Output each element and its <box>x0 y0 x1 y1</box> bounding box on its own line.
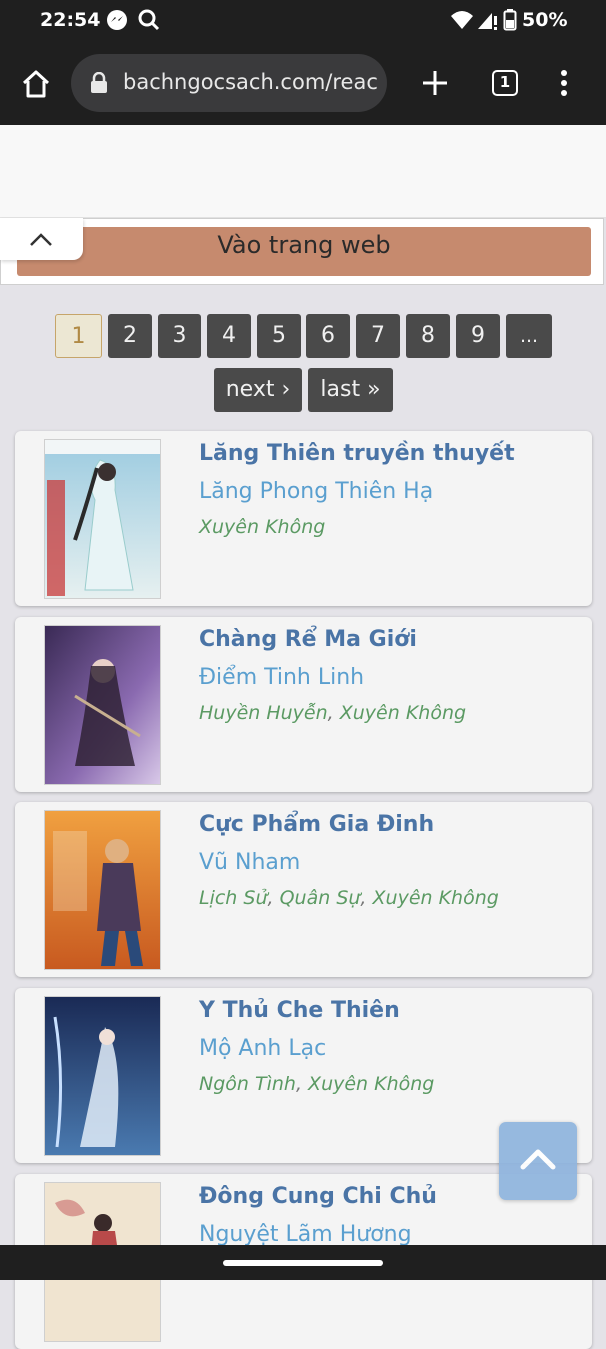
go-to-website-label: Vào trang web <box>217 231 391 259</box>
book-author[interactable]: Vũ Nham <box>199 850 300 875</box>
page-7-button[interactable]: 7 <box>356 314 400 358</box>
page-more-button[interactable]: ... <box>506 314 552 358</box>
book-cover-image[interactable] <box>44 810 161 970</box>
book-author[interactable]: Mộ Anh Lạc <box>199 1036 326 1061</box>
genre-separator: , <box>295 1073 309 1095</box>
genre-link[interactable]: Xuyên Không <box>308 1073 434 1095</box>
tab-count: 1 <box>499 73 511 91</box>
genre-separator: , <box>267 887 280 909</box>
genre-link[interactable]: Huyền Huyễn <box>199 702 328 724</box>
home-icon[interactable] <box>20 68 52 100</box>
book-genres: Lịch Sử, Quân Sự, Xuyên Không <box>199 887 499 909</box>
page-2-button[interactable]: 2 <box>108 314 152 358</box>
book-card[interactable]: Cực Phẩm Gia Đinh Vũ Nham Lịch Sử, Quân … <box>15 802 592 977</box>
page-4-button[interactable]: 4 <box>207 314 251 358</box>
book-title[interactable]: Chàng Rể Ma Giới <box>199 627 417 652</box>
search-icon <box>138 9 160 31</box>
tab-switcher-icon[interactable]: 1 <box>492 70 518 96</box>
genre-link[interactable]: Xuyên Không <box>373 887 499 909</box>
battery-percent: 50% <box>522 9 568 31</box>
book-card[interactable]: Chàng Rể Ma Giới Điểm Tinh Linh Huyền Hu… <box>15 617 592 792</box>
book-cover-image[interactable] <box>44 625 161 785</box>
book-title[interactable]: Cực Phẩm Gia Đinh <box>199 812 434 837</box>
book-cover-image[interactable] <box>44 996 161 1156</box>
book-cover-image[interactable] <box>44 439 161 599</box>
chevron-up-icon <box>520 1149 556 1170</box>
collapse-banner-button[interactable] <box>0 218 83 260</box>
book-genres: Huyền Huyễn, Xuyên Không <box>199 702 466 724</box>
status-bar: 22:54 50% <box>0 0 606 42</box>
book-card[interactable]: Lăng Thiên truyền thuyết Lăng Phong Thiê… <box>15 431 592 606</box>
url-text: bachngocsach.com/reac <box>123 70 378 94</box>
book-author[interactable]: Nguyệt Lãm Hương <box>199 1222 412 1247</box>
system-nav-bar <box>0 1245 606 1280</box>
book-title[interactable]: Lăng Thiên truyền thuyết <box>199 441 515 466</box>
genre-separator: , <box>360 887 373 909</box>
genre-link[interactable]: Quân Sự <box>280 887 361 909</box>
page-header-area <box>0 125 606 218</box>
page-6-button[interactable]: 6 <box>306 314 350 358</box>
genre-link[interactable]: Xuyên Không <box>199 516 325 538</box>
battery-icon <box>503 9 517 31</box>
address-bar[interactable]: bachngocsach.com/reac <box>71 54 387 112</box>
genre-link[interactable]: Lịch Sử <box>199 887 268 909</box>
new-tab-icon[interactable] <box>421 69 449 97</box>
chevron-up-icon <box>30 233 52 246</box>
book-title[interactable]: Đông Cung Chi Chủ <box>199 1184 437 1209</box>
signal-icon <box>478 13 497 30</box>
book-genres: Ngôn Tình, Xuyên Không <box>199 1073 434 1095</box>
page-1-button[interactable]: 1 <box>55 314 102 358</box>
book-title[interactable]: Y Thủ Che Thiên <box>199 998 400 1023</box>
wifi-icon <box>451 11 473 29</box>
book-author[interactable]: Lăng Phong Thiên Hạ <box>199 479 433 504</box>
last-page-button[interactable]: last » <box>308 368 393 412</box>
book-genres: Xuyên Không <box>199 516 325 538</box>
more-menu-icon[interactable] <box>558 69 570 99</box>
page-5-button[interactable]: 5 <box>257 314 301 358</box>
status-time: 22:54 <box>40 9 101 31</box>
scroll-to-top-button[interactable] <box>499 1122 577 1200</box>
page-8-button[interactable]: 8 <box>406 314 450 358</box>
lock-icon <box>91 72 107 93</box>
home-gesture-handle[interactable] <box>223 1260 383 1266</box>
book-author[interactable]: Điểm Tinh Linh <box>199 665 364 690</box>
genre-separator: , <box>327 702 340 724</box>
genre-link[interactable]: Xuyên Không <box>340 702 466 724</box>
messenger-icon <box>107 10 127 30</box>
next-page-button[interactable]: next › <box>214 368 302 412</box>
banner-frame: Vào trang web <box>0 218 604 285</box>
page-3-button[interactable]: 3 <box>158 314 201 358</box>
go-to-website-button[interactable]: Vào trang web <box>17 227 591 276</box>
browser-toolbar: bachngocsach.com/reac 1 <box>0 42 606 125</box>
genre-link[interactable]: Ngôn Tình <box>199 1073 296 1095</box>
page-9-button[interactable]: 9 <box>456 314 500 358</box>
